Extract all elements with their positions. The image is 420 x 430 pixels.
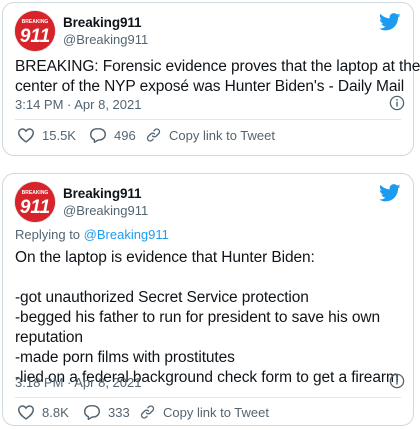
user-handle[interactable]: @Breaking911 xyxy=(63,202,148,219)
reply-count: 333 xyxy=(108,404,130,420)
tweet-header: BREAKING 911 Breaking911 @Breaking911 xyxy=(15,11,401,51)
breaking911-logo-icon: BREAKING 911 xyxy=(15,182,55,222)
tweet-text-line: -got unauthorized Secret Service protect… xyxy=(15,289,309,306)
info-icon[interactable] xyxy=(389,95,405,111)
svg-text:BREAKING: BREAKING xyxy=(22,19,49,25)
tweet-card-1[interactable]: BREAKING 911 Breaking911 @Breaking911 BR… xyxy=(2,2,420,156)
tweet-text-line: BREAKING: Forensic evidence proves that … xyxy=(15,58,420,75)
twitter-bird-icon[interactable] xyxy=(379,13,401,31)
info-icon[interactable] xyxy=(389,373,405,389)
reply-button[interactable]: 496 xyxy=(89,123,136,147)
action-bar: 15.5K 496 Copy link to Tweet xyxy=(15,123,401,147)
user-handle[interactable]: @Breaking911 xyxy=(63,31,148,48)
avatar[interactable]: BREAKING 911 xyxy=(15,11,55,51)
copy-link-button[interactable]: Copy link to Tweet xyxy=(145,123,275,147)
tweet-text-line: On the laptop is evidence that Hunter Bi… xyxy=(15,249,315,266)
replying-prefix: Replying to xyxy=(15,227,84,242)
replying-to: Replying to @Breaking911 xyxy=(15,227,169,242)
link-icon xyxy=(146,128,161,142)
like-count: 8.8K xyxy=(42,404,69,420)
tweet-text-line: reputation xyxy=(15,329,83,346)
tweet-text: On the laptop is evidence that Hunter Bi… xyxy=(15,248,403,388)
divider xyxy=(15,119,401,120)
svg-text:911: 911 xyxy=(20,197,50,218)
copy-link-button[interactable]: Copy link to Tweet xyxy=(139,400,269,424)
tweet-text: BREAKING: Forensic evidence proves that … xyxy=(15,57,420,97)
display-name[interactable]: Breaking911 xyxy=(63,185,148,202)
heart-icon xyxy=(17,128,35,143)
action-bar: 8.8K 333 Copy link to Tweet xyxy=(15,400,401,424)
reply-count: 496 xyxy=(114,127,136,143)
timestamp[interactable]: 3:18 PM · Apr 8, 2021 xyxy=(15,375,141,390)
copy-link-label: Copy link to Tweet xyxy=(169,127,275,143)
like-button[interactable]: 8.8K xyxy=(17,400,69,424)
svg-text:BREAKING: BREAKING xyxy=(22,190,49,196)
tweet-card-2[interactable]: BREAKING 911 Breaking911 @Breaking911 Re… xyxy=(2,173,414,426)
tweet-text-line: -made porn films with prostitutes xyxy=(15,349,235,366)
avatar[interactable]: BREAKING 911 xyxy=(15,182,55,222)
tweet-text-line: center of the NYP exposé was Hunter Bide… xyxy=(15,78,405,95)
copy-link-label: Copy link to Tweet xyxy=(163,404,269,420)
divider xyxy=(15,397,401,398)
reply-bubble-icon xyxy=(89,128,106,143)
timestamp[interactable]: 3:14 PM · Apr 8, 2021 xyxy=(15,97,141,112)
heart-icon xyxy=(17,405,35,420)
tweet-text-line: -begged his father to run for president … xyxy=(15,309,380,326)
reply-bubble-icon xyxy=(83,405,100,420)
svg-text:911: 911 xyxy=(20,26,50,47)
breaking911-logo-icon: BREAKING 911 xyxy=(15,11,55,51)
reply-button[interactable]: 333 xyxy=(83,400,130,424)
link-icon xyxy=(140,405,155,419)
replying-mention-link[interactable]: @Breaking911 xyxy=(84,227,169,242)
tweet-header: BREAKING 911 Breaking911 @Breaking911 xyxy=(15,182,401,222)
display-name[interactable]: Breaking911 xyxy=(63,14,148,31)
twitter-bird-icon[interactable] xyxy=(379,184,401,202)
like-count: 15.5K xyxy=(42,127,76,143)
like-button[interactable]: 15.5K xyxy=(17,123,76,147)
